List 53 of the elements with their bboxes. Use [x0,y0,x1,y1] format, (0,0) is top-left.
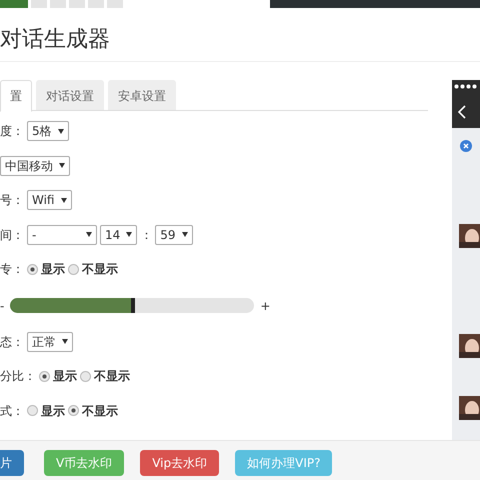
banner-tile [69,0,85,8]
slider-fill[interactable] [10,298,135,313]
caret-icon [59,163,65,168]
slider-track[interactable] [10,298,254,313]
radio-label: 显示 [53,368,77,386]
dropdown[interactable]: - [27,224,97,245]
radio-label: 显示 [41,261,65,278]
dropdown[interactable]: 59 [155,224,193,245]
caret-icon [62,339,68,344]
caret-icon [182,232,188,238]
field-label: 态： [0,334,24,351]
action-button[interactable]: 片 [0,450,24,476]
time-separator: ： [140,226,152,244]
minus-label: - [0,298,4,314]
radio-button[interactable] [27,405,38,416]
banner-tile [31,0,47,8]
radio-label: 不显示 [82,261,118,278]
radio-button[interactable] [68,405,79,416]
dropdown[interactable]: 正常 [27,332,73,352]
banner-tile [88,0,104,8]
radio-button[interactable] [27,264,38,275]
signal-dots-icon [454,84,478,89]
banner-tile [107,0,123,8]
radio-label: 不显示 [94,368,130,386]
caret-icon [86,232,92,238]
dropdown[interactable]: 5格 [27,121,69,142]
radio-label: 不显示 [82,402,118,420]
radio-label: 显示 [41,402,65,420]
tab[interactable]: 对话设置 [36,80,104,110]
caret-icon [58,128,64,134]
plus-label: + [260,298,270,314]
action-button[interactable]: Vip去水印 [140,450,220,476]
field-label: 号： [0,192,24,210]
caret-icon [60,198,66,203]
field-label: 式： [0,402,24,420]
dropdown[interactable]: 中国移动 [0,156,70,176]
tab[interactable]: 置 [0,80,32,112]
caret-icon [126,232,132,238]
dropdown[interactable]: Wifi [27,190,72,210]
banner-tile [50,0,66,8]
dropdown[interactable]: 14 [100,224,138,245]
field-label: 专： [0,261,24,278]
radio-button[interactable] [39,370,50,382]
radio-button[interactable] [80,370,91,382]
banner-block [0,0,28,8]
back-icon [458,105,466,119]
field-label: 分比： [0,368,36,386]
close-icon [460,140,472,152]
field-label: 度： [0,123,24,140]
page-title: 对话生成器 [0,8,480,62]
tab[interactable]: 安卓设置 [108,80,176,110]
radio-button[interactable] [68,264,79,275]
field-label: 间： [0,226,24,244]
